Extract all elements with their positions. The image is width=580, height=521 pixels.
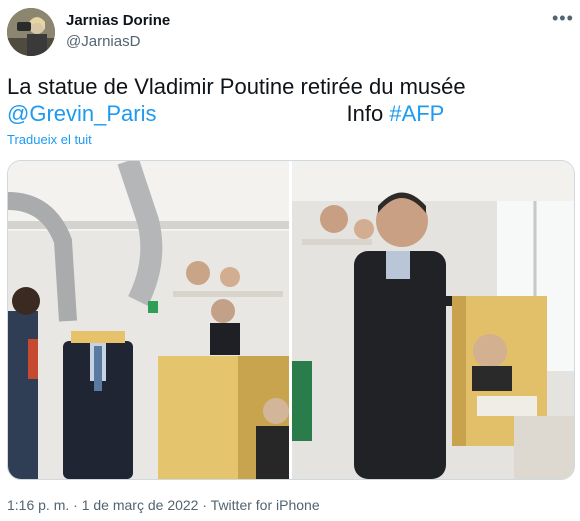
user-avatar-photo-icon bbox=[7, 8, 55, 56]
tweet-card: Jarnias Dorine @JarniasD ••• La statue d… bbox=[0, 0, 580, 521]
author-handle[interactable]: @JarniasD bbox=[66, 33, 140, 50]
photo-2[interactable] bbox=[292, 161, 574, 479]
media-grid bbox=[7, 160, 575, 480]
meta-separator: · bbox=[73, 497, 78, 513]
info-label: Info bbox=[346, 101, 384, 126]
tweet-text-line1: La statue de Vladimir Poutine retirée du… bbox=[7, 74, 466, 99]
mention-link[interactable]: @Grevin_Paris bbox=[7, 101, 157, 126]
more-dots-icon[interactable]: ••• bbox=[552, 8, 574, 29]
author-avatar[interactable] bbox=[7, 8, 55, 56]
hashtag-link[interactable]: #AFP bbox=[389, 101, 444, 126]
translate-link[interactable]: Tradueix el tuit bbox=[7, 132, 92, 147]
tweet-meta: 1:16 p. m. · 1 de març de 2022 · Twitter… bbox=[7, 497, 320, 513]
tweet-text: La statue de Vladimir Poutine retirée du… bbox=[7, 73, 573, 127]
tweet-text-line2: @Grevin_Paris Info #AFP bbox=[7, 100, 573, 127]
museum-workshop-photo-2 bbox=[292, 161, 574, 479]
museum-workshop-photo-1 bbox=[8, 161, 289, 479]
tweet-time[interactable]: 1:16 p. m. bbox=[7, 497, 69, 513]
author-display-name[interactable]: Jarnias Dorine bbox=[66, 12, 170, 29]
tweet-source: Twitter for iPhone bbox=[210, 497, 320, 513]
photo-1[interactable] bbox=[8, 161, 289, 479]
meta-separator: · bbox=[202, 497, 208, 513]
tweet-date[interactable]: 1 de març de 2022 bbox=[82, 497, 199, 513]
